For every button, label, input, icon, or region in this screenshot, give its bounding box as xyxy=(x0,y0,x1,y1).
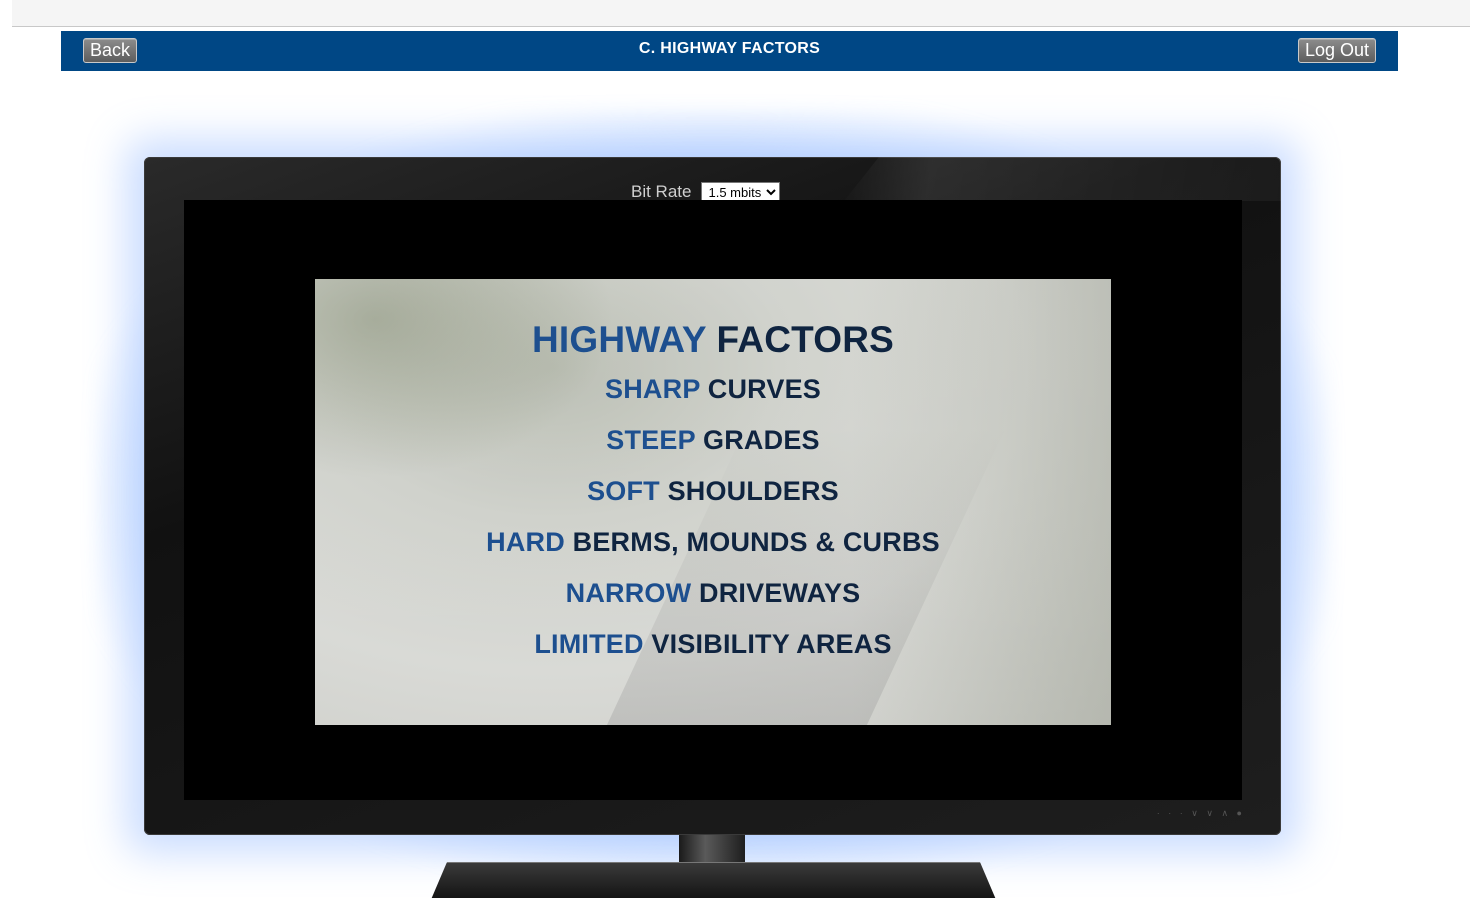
slide-item-accent: HARD xyxy=(486,527,565,557)
slide-item: LIMITED VISIBILITY AREAS xyxy=(315,628,1111,660)
tv-screen: HIGHWAY FACTORS SHARP CURVES STEEP GRADE… xyxy=(184,200,1242,800)
video-player[interactable]: HIGHWAY FACTORS SHARP CURVES STEEP GRADE… xyxy=(315,279,1111,725)
bitrate-select[interactable]: 1.5 mbits xyxy=(701,182,781,202)
header-bar: Back C. HIGHWAY FACTORS Log Out xyxy=(61,31,1398,71)
slide-item: STEEP GRADES xyxy=(315,424,1111,456)
slide-item-rest: BERMS, MOUNDS & CURBS xyxy=(572,527,940,557)
tv-indicator-icons: · · · ∨ ∨ ∧ ● xyxy=(1156,808,1245,818)
slide-item-accent: NARROW xyxy=(565,578,692,608)
tv-frame: Bit Rate 1.5 mbits HIGHWAY FACTORS SHARP… xyxy=(144,157,1281,835)
slide-item-rest: VISIBILITY AREAS xyxy=(651,629,892,659)
slide-item-accent: LIMITED xyxy=(534,629,644,659)
slide-text: HIGHWAY FACTORS SHARP CURVES STEEP GRADE… xyxy=(315,317,1111,679)
slide-item-rest: SHOULDERS xyxy=(667,476,839,506)
logout-button[interactable]: Log Out xyxy=(1297,38,1376,63)
slide-item: SOFT SHOULDERS xyxy=(315,475,1111,507)
slide-item-accent: STEEP xyxy=(606,425,696,455)
top-divider xyxy=(12,0,1470,27)
slide-item-accent: SOFT xyxy=(587,476,660,506)
slide-item: NARROW DRIVEWAYS xyxy=(315,577,1111,609)
bitrate-label: Bit Rate xyxy=(631,182,692,201)
tv-stand-base xyxy=(430,862,997,898)
slide-title: HIGHWAY FACTORS xyxy=(315,317,1111,363)
slide-item-accent: SHARP xyxy=(605,374,701,404)
slide-item: HARD BERMS, MOUNDS & CURBS xyxy=(315,526,1111,558)
page: Back C. HIGHWAY FACTORS Log Out Bit Rate… xyxy=(0,0,1470,898)
bitrate-control: Bit Rate 1.5 mbits xyxy=(631,182,781,202)
slide-item-rest: GRADES xyxy=(703,425,820,455)
slide-item: SHARP CURVES xyxy=(315,373,1111,405)
slide-item-rest: DRIVEWAYS xyxy=(699,578,861,608)
slide-title-rest: FACTORS xyxy=(716,319,895,360)
page-title: C. HIGHWAY FACTORS xyxy=(638,40,821,57)
slide-item-rest: CURVES xyxy=(707,374,821,404)
tv-sheen xyxy=(844,157,1281,201)
slide-title-accent: HIGHWAY xyxy=(531,319,707,360)
